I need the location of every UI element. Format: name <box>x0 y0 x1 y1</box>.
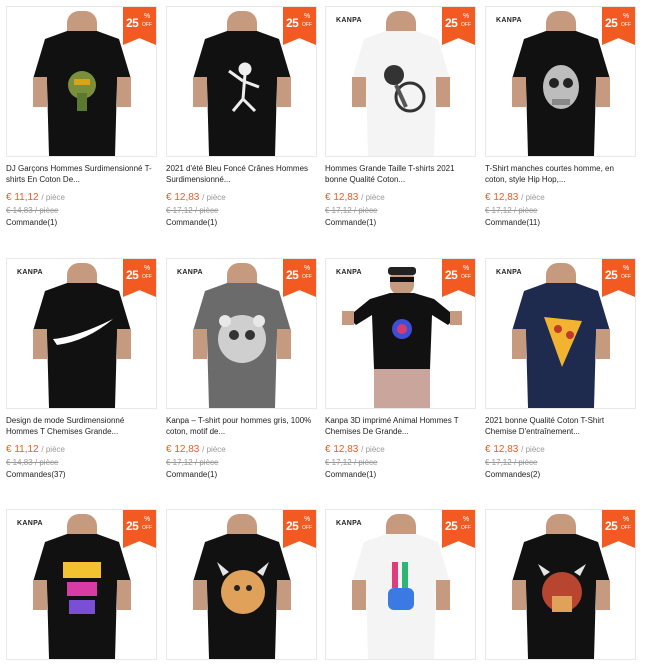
product-card[interactable]: KANPA 25% OFF <box>6 509 157 660</box>
product-image[interactable]: 25% OFF <box>6 6 157 157</box>
order-count: Commande(1) <box>6 218 58 227</box>
product-price: € 12,83 / pièce <box>325 192 385 203</box>
brand-label: KANPA <box>496 17 522 24</box>
product-price: € 11,12 / pièce <box>6 444 65 455</box>
product-image[interactable]: 25% OFF <box>166 6 317 157</box>
product-title[interactable]: Kanpa – T-shirt pour hommes gris, 100% c… <box>166 415 317 437</box>
order-count: Commande(1) <box>325 470 377 479</box>
product-card[interactable]: KANPA 25% OFF T-Shirt manches courtes hom… <box>485 6 636 227</box>
original-price: € 17,12 / pièce <box>325 206 378 215</box>
order-count: Commande(1) <box>325 218 377 227</box>
brand-label: KANPA <box>177 269 203 276</box>
product-image[interactable]: KANPA 25% OFF <box>6 258 157 409</box>
order-count: Commandes(2) <box>485 470 541 479</box>
original-price: € 14,83 / pièce <box>6 206 59 215</box>
product-image[interactable]: KANPA 25% OFF <box>325 6 476 157</box>
product-title[interactable]: Design de mode Surdimensionné Hommes T C… <box>6 415 157 437</box>
brand-label: KANPA <box>17 520 43 527</box>
product-title[interactable]: DJ Garçons Hommes Surdimensionné T-shirt… <box>6 163 157 185</box>
product-title[interactable]: Kanpa 3D imprimé Animal Hommes T Chemise… <box>325 415 476 437</box>
original-price: € 17,12 / pièce <box>485 458 538 467</box>
original-price: € 17,12 / pièce <box>166 206 219 215</box>
order-count: Commande(1) <box>166 470 218 479</box>
product-price: € 12,83 / pièce <box>166 192 226 203</box>
order-count: Commandes(37) <box>6 470 66 479</box>
product-price: € 12,83 / pièce <box>485 192 545 203</box>
original-price: € 17,12 / pièce <box>325 458 378 467</box>
product-card[interactable]: KANPA 25% OFF Kanpa 3D imprimé Animal Hom… <box>325 258 476 479</box>
brand-label: KANPA <box>336 269 362 276</box>
product-price: € 12,83 / pièce <box>325 444 385 455</box>
product-image[interactable]: 25% OFF <box>166 509 317 660</box>
product-price: € 12,83 / pièce <box>485 444 545 455</box>
order-count: Commande(11) <box>485 218 540 227</box>
product-image[interactable]: KANPA 25% OFF <box>485 6 636 157</box>
brand-label: KANPA <box>336 520 362 527</box>
brand-label: KANPA <box>336 17 362 24</box>
product-card[interactable]: KANPA 25% OFF <box>325 509 476 660</box>
product-card[interactable]: KANPA 25% OFF 2021 bonne Qualité Coton T-… <box>485 258 636 479</box>
product-card[interactable]: 25% OFF DJ Garçons Hommes Surdimensionné … <box>6 6 157 227</box>
product-title[interactable]: 2021 bonne Qualité Coton T-Shirt Chemise… <box>485 415 636 437</box>
brand-label: KANPA <box>496 269 522 276</box>
product-title[interactable]: Hommes Grande Taille T-shirts 2021 bonne… <box>325 163 476 185</box>
product-card[interactable]: KANPA 25% OFF Design de mode Surdimension… <box>6 258 157 479</box>
product-title[interactable]: 2021 d'été Bleu Foncé Crânes Hommes Surd… <box>166 163 317 185</box>
original-price: € 17,12 / pièce <box>166 458 219 467</box>
product-image[interactable]: KANPA 25% OFF <box>325 509 476 660</box>
product-image[interactable]: KANPA 25% OFF <box>325 258 476 409</box>
product-image[interactable]: KANPA 25% OFF <box>6 509 157 660</box>
product-price: € 12,83 / pièce <box>166 444 226 455</box>
product-card[interactable]: KANPA 25% OFF Kanpa – T-shirt pour hommes… <box>166 258 317 479</box>
original-price: € 17,12 / pièce <box>485 206 538 215</box>
order-count: Commande(1) <box>166 218 218 227</box>
original-price: € 14,83 / pièce <box>6 458 59 467</box>
product-image[interactable]: KANPA 25% OFF <box>166 258 317 409</box>
product-card[interactable]: 25% OFF 2021 d'été Bleu Foncé Crânes Homm… <box>166 6 317 227</box>
product-price: € 11,12 / pièce <box>6 192 65 203</box>
brand-label: KANPA <box>17 269 43 276</box>
product-card[interactable]: 25% OFF <box>166 509 317 660</box>
product-card[interactable]: 25% OFF <box>485 509 636 660</box>
product-card[interactable]: KANPA 25% OFF Hommes Grande Taille T-shir… <box>325 6 476 227</box>
product-image[interactable]: KANPA 25% OFF <box>485 258 636 409</box>
product-title[interactable]: T-Shirt manches courtes homme, en coton,… <box>485 163 636 185</box>
product-image[interactable]: 25% OFF <box>485 509 636 660</box>
